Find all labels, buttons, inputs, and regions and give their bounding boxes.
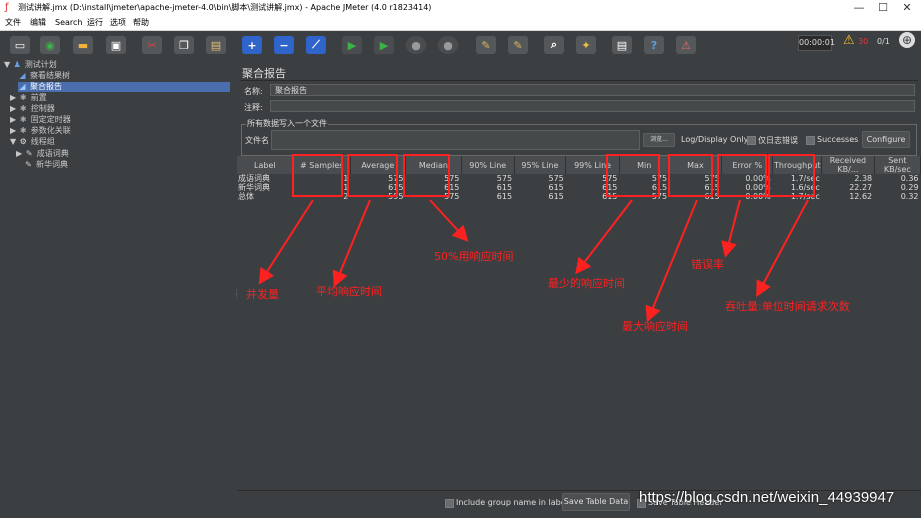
- annotation-max: 最大响应时间: [622, 320, 688, 333]
- throughput-arrow: [756, 199, 809, 298]
- blog-watermark: https://blog.csdn.net/weixin_44939947: [639, 489, 895, 506]
- median-arrow: [429, 199, 469, 242]
- annotation-throughput: 吞吐量:单位时间请求次数: [725, 300, 850, 313]
- average-arrow: [332, 199, 371, 288]
- annotation-samples: 并发量: [246, 288, 279, 301]
- annotation-median: 50%用响应时间: [434, 250, 514, 263]
- max-arrow: [645, 199, 698, 323]
- min-arrow: [575, 199, 633, 275]
- annotation-min: 最少的响应时间: [548, 277, 625, 290]
- annotation-error: 错误率: [691, 258, 724, 271]
- error-arrow: [721, 199, 741, 258]
- annotation-average: 平均响应时间: [316, 285, 382, 298]
- samples-arrow: [258, 199, 314, 285]
